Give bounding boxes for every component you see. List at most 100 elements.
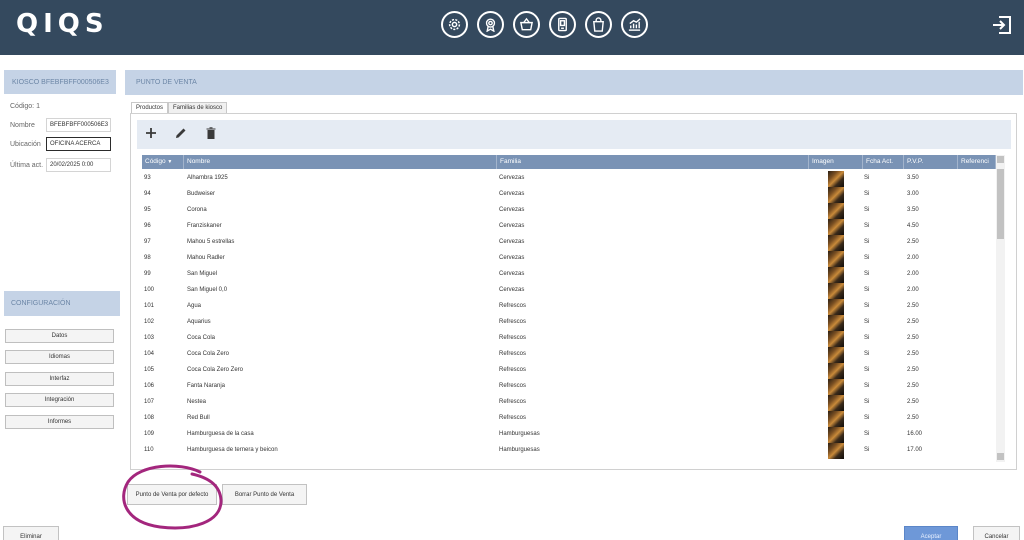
cell-nombre: Aquarius: [187, 319, 211, 325]
col-familia[interactable]: Familia: [497, 155, 809, 169]
cell-pvp: 16.00: [907, 431, 923, 437]
nombre-field[interactable]: BFEBFBFF000506E3: [46, 118, 111, 132]
cell-familia: Refrescos: [499, 383, 527, 389]
table-row[interactable]: 103 Coca Cola Refrescos Si 2.50: [142, 331, 996, 347]
ultima-act-label: Última act.: [10, 162, 44, 169]
table-row[interactable]: 100 San Miguel 0,0 Cervezas Si 2.00: [142, 283, 996, 299]
cell-codigo: 110: [144, 447, 154, 453]
product-thumbnail: [828, 171, 844, 187]
cancelar-button[interactable]: Cancelar: [973, 526, 1020, 540]
cell-nombre: Budweiser: [187, 191, 216, 197]
table-row[interactable]: 105 Coca Cola Zero Zero Refrescos Si 2.50: [142, 363, 996, 379]
cell-fcha-act: Si: [864, 367, 870, 373]
datos-button[interactable]: Datos: [5, 329, 114, 343]
cell-nombre: Coca Cola Zero Zero: [187, 367, 244, 373]
add-icon[interactable]: [144, 126, 158, 140]
col-nombre[interactable]: Nombre: [184, 155, 497, 169]
table-scrollbar[interactable]: [996, 155, 1005, 462]
shopping-bag-icon[interactable]: [585, 11, 612, 38]
delete-pos-button[interactable]: Borrar Punto de Venta: [222, 484, 307, 505]
cell-nombre: Alhambra 1925: [187, 175, 228, 181]
table-row[interactable]: 109 Hamburguesa de la casa Hamburguesas Si 1…: [142, 427, 996, 443]
cell-pvp: 3.50: [907, 207, 919, 213]
cell-fcha-act: Si: [864, 191, 870, 197]
delete-icon[interactable]: [204, 126, 218, 140]
table-row[interactable]: 102 Aquarius Refrescos Si 2.50: [142, 315, 996, 331]
table-row[interactable]: 99 San Miguel Cervezas Si 2.00: [142, 267, 996, 283]
default-pos-button[interactable]: Punto de Venta por defecto: [127, 484, 217, 505]
col-fcha-act[interactable]: Fcha Act.: [863, 155, 904, 169]
cell-codigo: 98: [144, 255, 151, 261]
cell-fcha-act: Si: [864, 175, 870, 181]
ubicacion-field[interactable]: OFICINA ACERCA: [46, 137, 111, 151]
cell-codigo: 102: [144, 319, 155, 325]
interfaz-button[interactable]: Interfaz: [5, 372, 114, 386]
cell-pvp: 2.50: [907, 383, 919, 389]
cell-nombre: San Miguel: [187, 271, 218, 277]
col-imagen[interactable]: Imagen: [809, 155, 863, 169]
table-row[interactable]: 98 Mahou Radler Cervezas Si 2.00: [142, 251, 996, 267]
cell-nombre: Mahou 5 estrellas: [187, 239, 235, 245]
table-row[interactable]: 108 Red Bull Refrescos Si 2.50: [142, 411, 996, 427]
cell-pvp: 2.50: [907, 367, 919, 373]
scroll-down-arrow[interactable]: [997, 453, 1004, 460]
col-referencia[interactable]: Referenci: [958, 155, 996, 169]
ubicacion-label: Ubicación: [10, 141, 41, 148]
logout-icon[interactable]: [991, 14, 1013, 36]
informes-button[interactable]: Informes: [5, 415, 114, 429]
product-thumbnail: [828, 379, 844, 395]
nombre-label: Nombre: [10, 122, 35, 129]
cell-familia: Hamburguesas: [499, 447, 540, 453]
product-thumbnail: [828, 427, 844, 443]
badge-icon[interactable]: [477, 11, 504, 38]
cell-nombre: Hamburguesa de ternera y beicon: [187, 447, 278, 453]
product-thumbnail: [828, 187, 844, 203]
cell-familia: Cervezas: [499, 287, 525, 293]
cell-codigo: 95: [144, 207, 151, 213]
cell-codigo: 106: [144, 383, 155, 389]
tab-familias[interactable]: Familias de kiosco: [168, 102, 228, 113]
scroll-thumb[interactable]: [997, 169, 1004, 239]
table-row[interactable]: 95 Corona Cervezas Si 3.50: [142, 203, 996, 219]
table-row[interactable]: 101 Agua Refrescos Si 2.50: [142, 299, 996, 315]
ultima-act-field[interactable]: 20/02/2025 0:00: [46, 158, 111, 172]
table-row[interactable]: 94 Budweiser Cervezas Si 3.00: [142, 187, 996, 203]
product-thumbnail: [828, 203, 844, 219]
table-row[interactable]: 104 Coca Cola Zero Refrescos Si 2.50: [142, 347, 996, 363]
cell-fcha-act: Si: [864, 207, 870, 213]
config-header: CONFIGURACIÓN: [4, 291, 120, 316]
table-row[interactable]: 106 Fanta Naranja Refrescos Si 2.50: [142, 379, 996, 395]
kiosk-header: KIOSCO BFEBFBFF000506E3: [4, 70, 116, 94]
cell-codigo: 105: [144, 367, 155, 373]
cell-fcha-act: Si: [864, 303, 870, 309]
col-pvp[interactable]: P.V.P.: [904, 155, 958, 169]
stats-icon[interactable]: [621, 11, 648, 38]
cell-fcha-act: Si: [864, 319, 870, 325]
table-row[interactable]: 107 Nestea Refrescos Si 2.50: [142, 395, 996, 411]
table-row[interactable]: 97 Mahou 5 estrellas Cervezas Si 2.50: [142, 235, 996, 251]
table-row[interactable]: 110 Hamburguesa de ternera y beicon Hambur…: [142, 443, 996, 459]
products-table-body: 93 Alhambra 1925 Cervezas Si 3.50 94 Budweiser…: [142, 171, 996, 462]
edit-icon[interactable]: [174, 126, 188, 140]
table-row[interactable]: 96 Franziskaner Cervezas Si 4.50: [142, 219, 996, 235]
product-thumbnail: [828, 315, 844, 331]
product-thumbnail: [828, 363, 844, 379]
kiosk-icon[interactable]: [549, 11, 576, 38]
eliminar-button[interactable]: Eliminar: [3, 526, 59, 540]
cell-familia: Cervezas: [499, 239, 525, 245]
col-codigo[interactable]: Código ▼: [142, 155, 184, 169]
aceptar-button[interactable]: Aceptar: [904, 526, 958, 540]
cell-familia: Refrescos: [499, 303, 527, 309]
settings-icon[interactable]: [441, 11, 468, 38]
table-row[interactable]: 93 Alhambra 1925 Cervezas Si 3.50: [142, 171, 996, 187]
cell-fcha-act: Si: [864, 223, 870, 229]
cell-familia: Cervezas: [499, 175, 525, 181]
idiomas-button[interactable]: Idiomas: [5, 350, 114, 364]
cell-pvp: 2.50: [907, 415, 919, 421]
cell-codigo: 100: [144, 287, 155, 293]
basket-icon[interactable]: [513, 11, 540, 38]
scroll-up-arrow[interactable]: [997, 156, 1004, 163]
integracion-button[interactable]: Integración: [5, 393, 114, 407]
toolbar: [137, 120, 1011, 149]
cell-familia: Cervezas: [499, 207, 525, 213]
